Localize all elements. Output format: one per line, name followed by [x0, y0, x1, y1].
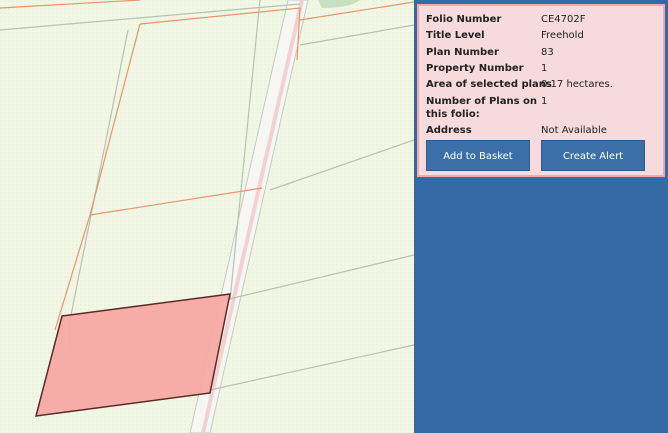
- address-value: Not Available: [541, 125, 607, 136]
- create-alert-button[interactable]: Create Alert: [541, 140, 645, 171]
- title-level-label: Title Level: [426, 30, 485, 41]
- add-to-basket-button[interactable]: Add to Basket: [426, 140, 530, 171]
- area-label: Area of selected plans: [426, 79, 552, 90]
- area-value: 0.17 hectares.: [541, 79, 613, 90]
- folio-number-label: Folio Number: [426, 14, 502, 25]
- folio-number-value: CE4702F: [541, 14, 586, 25]
- map-view[interactable]: [0, 0, 414, 433]
- property-number-label: Property Number: [426, 63, 524, 74]
- plans-count-label: Number of Plans on this folio:: [426, 96, 538, 120]
- address-label: Address: [426, 125, 472, 136]
- map-canvas[interactable]: [0, 0, 414, 433]
- plan-number-label: Plan Number: [426, 47, 499, 58]
- folio-info-panel: Folio Number CE4702F Title Level Freehol…: [417, 4, 665, 177]
- plans-count-value: 1: [541, 96, 548, 107]
- plan-number-value: 83: [541, 47, 554, 58]
- property-number-value: 1: [541, 63, 548, 74]
- title-level-value: Freehold: [541, 30, 584, 41]
